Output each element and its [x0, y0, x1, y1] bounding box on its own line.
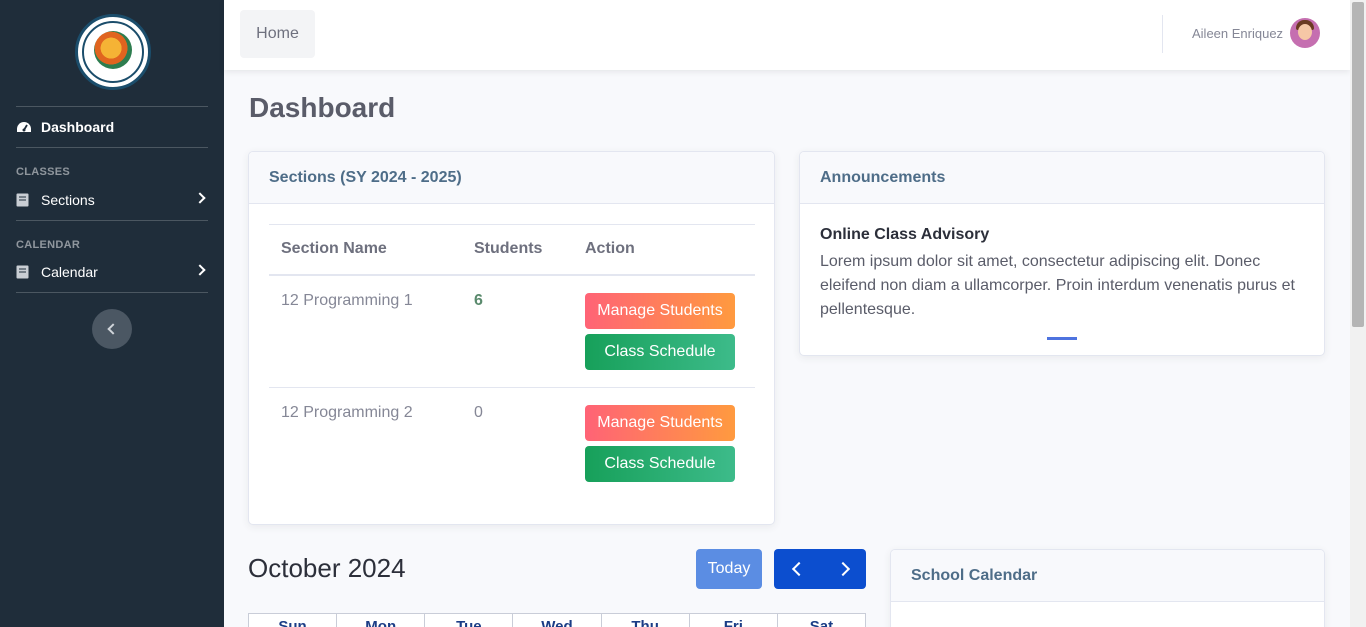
sidebar-divider [16, 220, 208, 221]
logo-emblem [94, 31, 132, 69]
weekday-label: Sat [809, 618, 834, 627]
sidebar-divider [16, 292, 208, 293]
topbar-divider [1162, 15, 1163, 53]
avatar-face [1298, 24, 1312, 40]
school-calendar-card-title: School Calendar [891, 550, 1324, 602]
sidebar-item-label: Calendar [41, 264, 98, 280]
calendar-day-header: Sun Mon Tue Wed Thu Fri Sat [248, 613, 866, 627]
sidebar-divider [16, 106, 208, 107]
sidebar-item-dashboard[interactable]: Dashboard [16, 117, 208, 137]
weekday-label: Mon [337, 614, 426, 627]
user-name[interactable]: Aileen Enriquez [1192, 26, 1283, 41]
announcements-card-title: Announcements [800, 152, 1324, 204]
today-button[interactable]: Today [696, 549, 762, 589]
home-tab[interactable]: Home [240, 10, 315, 58]
class-schedule-button[interactable]: Class Schedule [585, 333, 735, 370]
sidebar-toggle-button[interactable] [92, 309, 132, 349]
student-count-cell: 6 [462, 274, 573, 388]
section-name-cell: 12 Programming 1 [269, 274, 462, 388]
next-month-icon[interactable] [835, 561, 851, 577]
school-calendar-card: School Calendar [890, 549, 1325, 627]
prev-month-icon[interactable] [791, 561, 807, 577]
weekday-label: Tue [425, 614, 514, 627]
sidebar-divider [16, 147, 208, 148]
sections-card-title: Sections (SY 2024 - 2025) [249, 152, 774, 204]
calendar-nav-buttons [774, 549, 866, 589]
table-row: 12 Programming 2 0 Manage Students Class… [269, 387, 755, 499]
announcement-title: Online Class Advisory [820, 226, 990, 243]
weekday-label: Wed [513, 614, 602, 627]
carousel-indicator[interactable] [1047, 337, 1077, 340]
sections-table: Section Name Students Action 12 Programm… [269, 224, 755, 499]
sidebar-heading-calendar: CALENDAR [16, 239, 81, 251]
sidebar: Dashboard CLASSES Sections CALENDAR Cale… [0, 0, 224, 627]
sidebar-item-label: Dashboard [41, 119, 115, 135]
student-count-cell: 0 [474, 403, 483, 421]
announcements-card: Announcements Online Class Advisory Lore… [799, 151, 1325, 356]
weekday-label: Thu [602, 614, 690, 627]
action-cell: Manage Students Class Schedule [573, 274, 755, 388]
page-title: Dashboard [249, 92, 396, 123]
tachometer-icon [16, 120, 32, 134]
topbar: Home Aileen Enriquez [224, 0, 1350, 70]
calendar-month-title: October 2024 [248, 553, 406, 583]
book-icon [16, 193, 32, 207]
column-header-students: Students [462, 224, 573, 276]
school-logo[interactable] [75, 14, 151, 90]
column-header-action: Action [573, 224, 755, 276]
table-header-row: Section Name Students Action [269, 224, 755, 276]
weekday-label: Fri [690, 614, 778, 627]
announcement-body: Lorem ipsum dolor sit amet, consectetur … [820, 253, 1295, 318]
table-row: 12 Programming 1 6 Manage Students Class… [269, 274, 755, 388]
manage-students-button[interactable]: Manage Students [585, 292, 735, 329]
action-cell: Manage Students Class Schedule [573, 387, 755, 499]
sidebar-heading-classes: CLASSES [16, 166, 71, 178]
chevron-right-icon [194, 264, 206, 276]
section-name-cell: 12 Programming 2 [281, 403, 413, 421]
book-icon [16, 265, 32, 279]
scrollbar[interactable] [1350, 0, 1366, 627]
sidebar-item-sections[interactable]: Sections [16, 190, 208, 210]
chevron-right-icon [194, 192, 206, 204]
column-header-section-name: Section Name [269, 224, 462, 276]
class-schedule-button[interactable]: Class Schedule [585, 445, 735, 482]
sidebar-item-calendar[interactable]: Calendar [16, 262, 208, 282]
manage-students-button[interactable]: Manage Students [585, 404, 735, 441]
sections-card: Sections (SY 2024 - 2025) Section Name S… [248, 151, 775, 525]
sidebar-item-label: Sections [41, 192, 95, 208]
avatar[interactable] [1290, 18, 1320, 48]
weekday-label: Sun [249, 614, 338, 627]
scrollbar-thumb[interactable] [1352, 2, 1364, 327]
